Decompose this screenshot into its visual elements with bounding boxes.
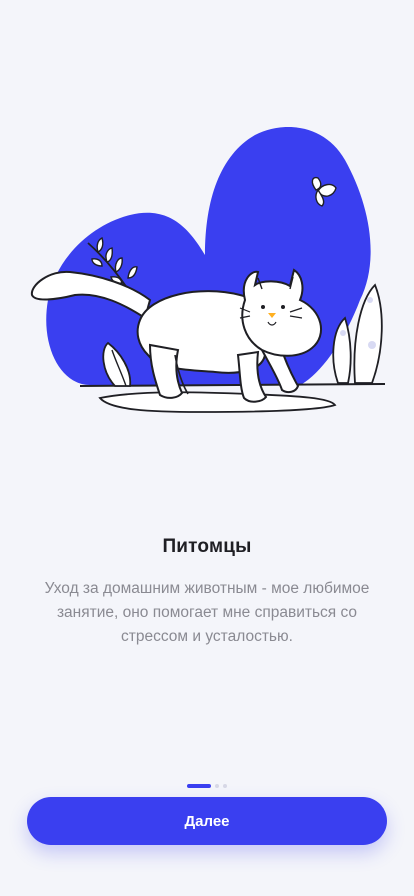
- page-indicator: [0, 783, 414, 789]
- page-dot-3: [223, 784, 227, 788]
- next-button[interactable]: Далее: [27, 797, 387, 845]
- page-title: Питомцы: [162, 536, 252, 557]
- cat-illustration: [30, 127, 386, 413]
- page-description: Уход за домашним животным - мое любимое …: [44, 580, 370, 645]
- page-dot-1: [187, 784, 211, 788]
- page-dot-2: [215, 784, 219, 788]
